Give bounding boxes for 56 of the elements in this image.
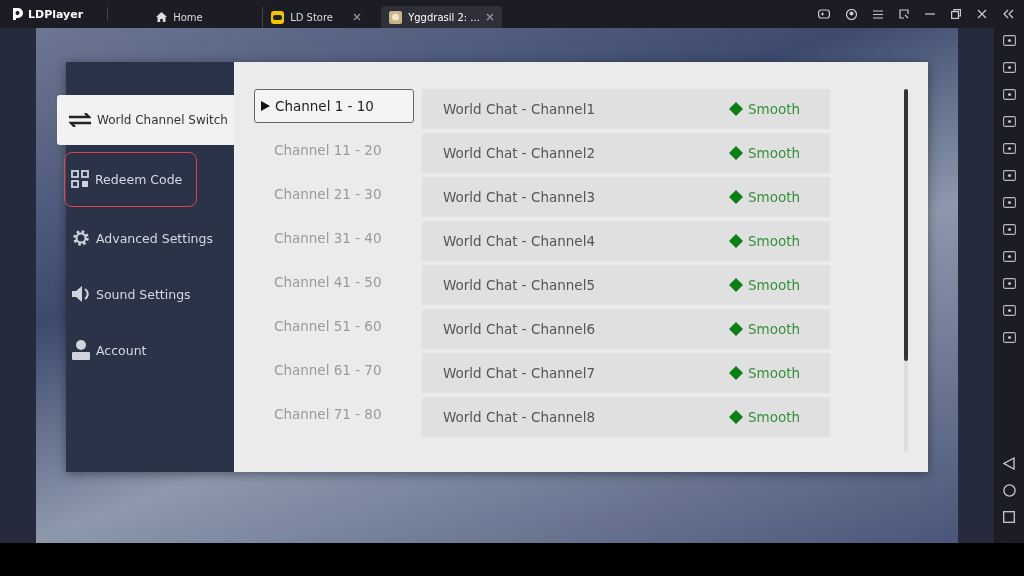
channel-status: Smooth bbox=[747, 100, 800, 117]
back-icon[interactable] bbox=[1003, 457, 1015, 470]
channel-status: Smooth bbox=[747, 188, 800, 205]
scrollbar[interactable] bbox=[904, 88, 908, 452]
tab[interactable]: Yggdrasil 2: ... bbox=[381, 6, 502, 28]
game-icon bbox=[389, 10, 403, 24]
sidebar-item[interactable]: Redeem Code bbox=[64, 151, 197, 207]
sidebar-item[interactable]: Advanced Settings bbox=[66, 217, 234, 259]
sidebar-item[interactable]: Account bbox=[66, 329, 234, 371]
restore-icon[interactable] bbox=[951, 9, 961, 19]
home-icon bbox=[156, 12, 168, 22]
channel-status: Smooth bbox=[747, 144, 800, 161]
channel-row[interactable]: World Chat - Channel3 Smooth bbox=[422, 176, 830, 217]
resize-icon[interactable] bbox=[899, 9, 909, 19]
channel-status: Smooth bbox=[747, 408, 800, 425]
channel-name: World Chat - Channel4 bbox=[443, 232, 595, 249]
channel-row[interactable]: World Chat - Channel5 Smooth bbox=[422, 264, 830, 305]
gear-icon bbox=[72, 229, 90, 247]
channel-status: Smooth bbox=[747, 276, 800, 293]
close-icon[interactable] bbox=[485, 13, 494, 21]
person-icon bbox=[72, 340, 90, 360]
channel-name: World Chat - Channel2 bbox=[443, 144, 595, 161]
close-icon[interactable] bbox=[353, 13, 362, 21]
gamepad-icon bbox=[271, 10, 285, 24]
channel-row[interactable]: World Chat - Channel2 Smooth bbox=[422, 132, 830, 173]
channel-status: Smooth bbox=[747, 364, 800, 381]
channel-row[interactable]: World Chat - Channel6 Smooth bbox=[422, 308, 830, 349]
gamepad-icon[interactable] bbox=[818, 9, 830, 19]
play-triangle-icon bbox=[261, 100, 270, 111]
channel-row[interactable]: World Chat - Channel8 Smooth bbox=[422, 396, 830, 437]
app-name: LDPlayer bbox=[28, 7, 84, 21]
recents-square-icon[interactable] bbox=[1003, 511, 1015, 523]
switch-arrows-icon bbox=[69, 112, 91, 127]
channel-name: World Chat - Channel8 bbox=[443, 408, 595, 425]
tab[interactable]: Home bbox=[148, 6, 251, 28]
channel-name: World Chat - Channel5 bbox=[443, 276, 595, 293]
home-circle-icon[interactable] bbox=[1002, 484, 1016, 497]
channel-row[interactable]: World Chat - Channel4 Smooth bbox=[422, 220, 830, 261]
qr-code-icon bbox=[71, 170, 89, 188]
sidebar-item[interactable]: World Channel Switch bbox=[57, 94, 235, 145]
channel-row[interactable]: World Chat - Channel7 Smooth bbox=[422, 352, 830, 393]
channel-name: World Chat - Channel3 bbox=[443, 188, 595, 205]
channel-status: Smooth bbox=[747, 232, 800, 249]
user-icon[interactable] bbox=[846, 8, 857, 20]
channel-name: World Chat - Channel1 bbox=[443, 100, 595, 117]
close-icon[interactable] bbox=[977, 9, 987, 19]
channel-row[interactable]: World Chat - Channel1 Smooth bbox=[422, 88, 830, 129]
sidebar-item[interactable]: Sound Settings bbox=[66, 273, 234, 315]
collapse-icon[interactable] bbox=[1003, 9, 1014, 19]
channel-name: World Chat - Channel6 bbox=[443, 320, 595, 337]
speaker-icon bbox=[72, 286, 90, 302]
channel-name: World Chat - Channel7 bbox=[443, 364, 595, 381]
logo-icon bbox=[10, 7, 24, 21]
channel-status: Smooth bbox=[747, 320, 800, 337]
channel-range-item[interactable]: Channel 1 - 10 bbox=[254, 88, 414, 123]
menu-icon[interactable] bbox=[873, 9, 883, 19]
